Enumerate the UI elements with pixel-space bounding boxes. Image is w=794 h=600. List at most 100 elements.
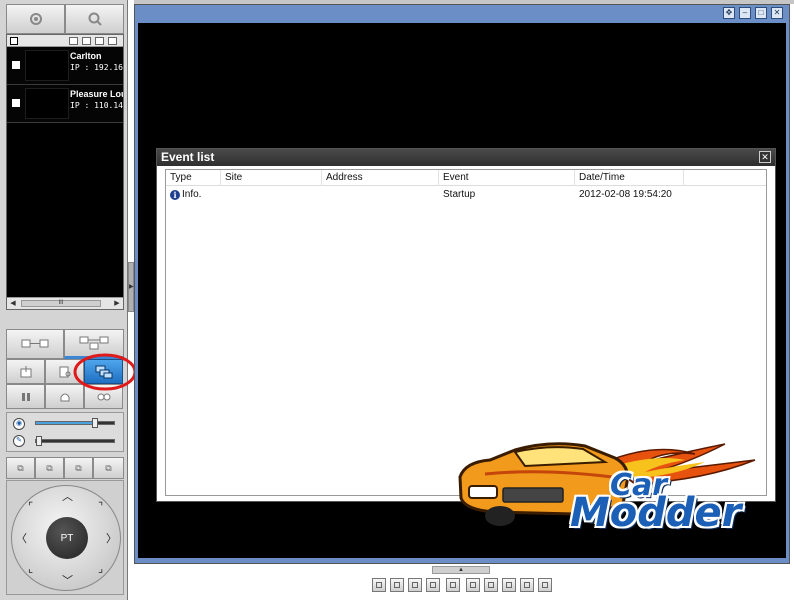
preset-button-2[interactable]: ⧉	[35, 457, 64, 479]
dialog-close-icon[interactable]: ✕	[759, 151, 771, 163]
column-header-site[interactable]: Site	[221, 170, 322, 186]
volume-slider[interactable]	[35, 418, 115, 428]
view-mode-icon[interactable]	[69, 37, 78, 45]
layout-icon	[394, 582, 400, 588]
site-ip: IP : 110.142.2	[70, 101, 123, 110]
ptz-down-icon[interactable]: ﹀	[62, 572, 73, 588]
site-list: Carlton IP : 192.168.1 Pleasure Lou IP :…	[6, 34, 124, 310]
volume-fill	[36, 422, 94, 424]
maximize-icon[interactable]: □	[755, 7, 767, 19]
column-header-address[interactable]: Address	[322, 170, 439, 186]
ptz-left-icon[interactable]: 〈	[16, 530, 27, 546]
search-button[interactable]	[65, 4, 124, 34]
layout-toolbar: ▲	[134, 566, 794, 600]
ptz-up-right-icon[interactable]: ⌝	[98, 500, 103, 513]
export-icon	[20, 365, 31, 377]
layout-3x3-button[interactable]	[408, 578, 422, 592]
microphone-icon[interactable]: ✎	[13, 435, 25, 447]
layout-icon	[470, 582, 476, 588]
car-modder-logo: Car Modder	[455, 432, 780, 536]
site-list-item[interactable]: Pleasure Lou IP : 110.142.2	[7, 85, 123, 123]
scroll-left-icon[interactable]: ◀	[8, 299, 18, 308]
ptz-center-button[interactable]: PT	[46, 517, 88, 559]
layout-sequence-button[interactable]	[502, 578, 516, 592]
horizontal-scrollbar[interactable]: ◀ III ▶	[7, 297, 123, 309]
layout-custom-button[interactable]	[446, 578, 460, 592]
network-icon	[79, 336, 109, 350]
fullscreen-icon[interactable]: ✥	[723, 7, 735, 19]
preset-button-4[interactable]: ⧉	[93, 457, 124, 479]
ptz-direction-ring[interactable]: ︿ ﹀ 〈 〉 ⌜ ⌝ ⌞ ⌟ PT	[11, 485, 121, 591]
link-icon	[21, 339, 49, 348]
scroll-right-icon[interactable]: ▶	[112, 299, 122, 308]
select-all-checkbox[interactable]	[10, 37, 18, 45]
preset-buttons: ⧉ ⧉ ⧉ ⧉	[6, 457, 124, 479]
cell-site	[221, 188, 322, 202]
cell-type: i Info.	[166, 188, 221, 202]
preset-button-3[interactable]: ⧉	[64, 457, 93, 479]
pause-button[interactable]	[6, 384, 45, 409]
speaker-icon[interactable]: ◉	[13, 418, 25, 430]
preset-icon: ⧉	[17, 462, 24, 473]
layout-icon	[506, 582, 512, 588]
site-thumbnail	[25, 50, 69, 81]
layout-icon	[524, 582, 530, 588]
table-header: Type Site Address Event Date/Time	[166, 170, 766, 186]
cell-datetime: 2012-02-08 19:54:20	[579, 189, 672, 200]
gear-icon	[29, 13, 42, 25]
left-control-panel: Carlton IP : 192.168.1 Pleasure Lou IP :…	[0, 0, 137, 600]
layout-multi-button[interactable]	[520, 578, 534, 592]
layout-grid-button[interactable]	[484, 578, 498, 592]
event-list-titlebar: Event list ✕	[157, 149, 775, 166]
cell-type-text: Info.	[182, 189, 202, 200]
site-checkbox[interactable]	[12, 61, 20, 69]
export-button[interactable]	[6, 359, 45, 384]
layout-icon	[488, 582, 494, 588]
site-list-item[interactable]: Carlton IP : 192.168.1	[7, 47, 123, 85]
scroll-thumb[interactable]: III	[21, 300, 101, 307]
mic-slider[interactable]	[35, 436, 115, 446]
view-mode-icon[interactable]	[95, 37, 104, 45]
layout-2x2-button[interactable]	[390, 578, 404, 592]
single-connect-button[interactable]	[6, 329, 64, 359]
preset-button-1[interactable]: ⧉	[6, 457, 35, 479]
info-icon: i	[170, 190, 180, 200]
view-mode-icon[interactable]	[82, 37, 91, 45]
layout-window-button[interactable]	[538, 578, 552, 592]
volume-knob[interactable]	[92, 418, 98, 428]
ptz-up-left-icon[interactable]: ⌜	[28, 500, 33, 513]
layout-1x1-button[interactable]	[372, 578, 386, 592]
preset-icon: ⧉	[75, 462, 82, 473]
layout-icon	[450, 582, 456, 588]
record-icon	[97, 393, 110, 400]
ptz-up-icon[interactable]: ︿	[62, 488, 73, 504]
minimize-icon[interactable]: –	[739, 7, 751, 19]
layout-icon	[412, 582, 418, 588]
logo-text-modder: Modder	[570, 490, 742, 536]
mic-knob[interactable]	[36, 436, 42, 446]
site-name: Carlton	[70, 51, 102, 61]
ptz-right-icon[interactable]: 〉	[106, 530, 117, 546]
settings-button[interactable]	[6, 4, 65, 34]
site-list-header	[7, 35, 123, 47]
layout-4x4-button[interactable]	[426, 578, 440, 592]
view-mode-icon[interactable]	[108, 37, 117, 45]
preset-icon: ⧉	[105, 462, 112, 473]
highlight-circle-annotation	[73, 353, 137, 391]
video-window-titlebar: ✥ – □ ✕	[135, 5, 789, 21]
layout-bar-handle[interactable]: ▲	[432, 566, 490, 574]
layout-single-button[interactable]	[466, 578, 480, 592]
column-header-event[interactable]: Event	[439, 170, 575, 186]
cell-event: Startup	[443, 189, 476, 200]
ptz-down-left-icon[interactable]: ⌞	[28, 562, 33, 575]
site-checkbox[interactable]	[12, 99, 20, 107]
close-icon[interactable]: ✕	[771, 7, 783, 19]
ptz-control: ︿ ﹀ 〈 〉 ⌜ ⌝ ⌞ ⌟ PT	[6, 480, 124, 595]
ptz-down-right-icon[interactable]: ⌟	[98, 562, 103, 575]
layout-icon	[376, 582, 382, 588]
column-header-datetime[interactable]: Date/Time	[575, 170, 684, 186]
site-thumbnail	[25, 88, 69, 119]
cell-address	[322, 188, 439, 202]
column-header-type[interactable]: Type	[166, 170, 221, 186]
preset-icon: ⧉	[46, 462, 53, 473]
